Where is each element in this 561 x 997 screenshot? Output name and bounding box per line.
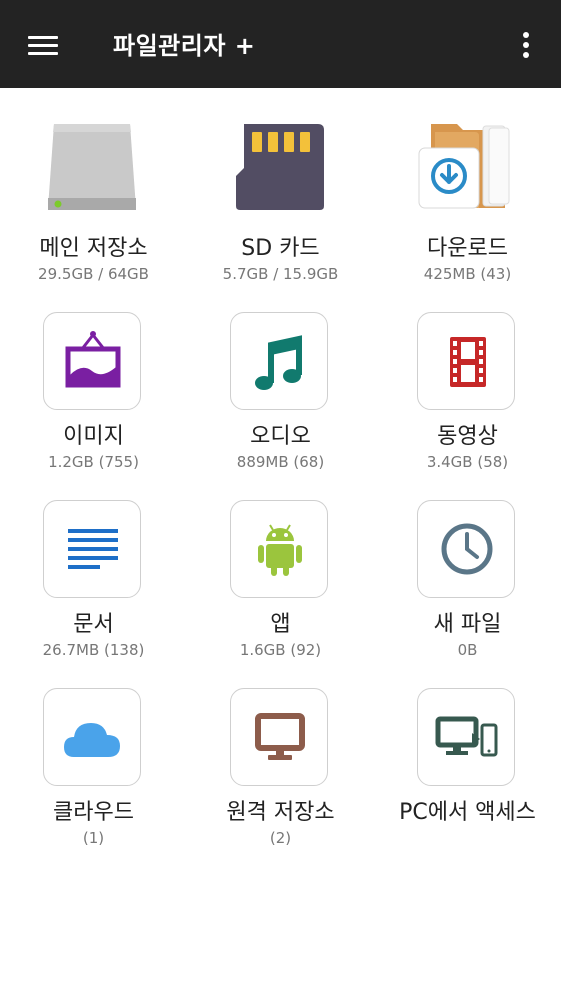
- pc-phone-icon: [417, 688, 515, 786]
- sd-card-icon: [230, 112, 328, 210]
- tile-download[interactable]: 다운로드 425MB (43): [374, 88, 561, 283]
- tile-label: 앱: [270, 612, 291, 637]
- tile-info: (1): [82, 829, 105, 847]
- tile-images[interactable]: 이미지 1.2GB (755): [0, 276, 187, 471]
- tile-label: 원격 저장소: [226, 800, 335, 825]
- tile-label: 새 파일: [433, 612, 502, 637]
- tile-remote-storage[interactable]: 원격 저장소 (2): [187, 652, 374, 847]
- tile-label: PC에서 액세스: [399, 800, 536, 825]
- tile-label: 다운로드: [427, 236, 508, 261]
- download-folder-icon: [417, 112, 515, 210]
- more-vertical-icon[interactable]: [512, 28, 540, 62]
- tile-info: (2): [269, 829, 292, 847]
- tile-label: 클라우드: [53, 800, 134, 825]
- tile-new-files[interactable]: 새 파일 0B: [374, 464, 561, 659]
- tile-apps[interactable]: 앱 1.6GB (92): [187, 464, 374, 659]
- app-bar: 파일관리자 +: [0, 0, 561, 88]
- tile-label: SD 카드: [241, 236, 320, 261]
- tile-label: 오디오: [250, 424, 311, 449]
- tile-label: 문서: [73, 612, 114, 637]
- tile-video[interactable]: 동영상 3.4GB (58): [374, 276, 561, 471]
- tile-cloud[interactable]: 클라우드 (1): [0, 652, 187, 847]
- tile-main-storage[interactable]: 메인 저장소 29.5GB / 64GB: [0, 88, 187, 283]
- tile-pc-access[interactable]: PC에서 액세스: [374, 652, 561, 840]
- music-note-icon: [230, 312, 328, 410]
- tile-sd-card[interactable]: SD 카드 5.7GB / 15.9GB: [187, 88, 374, 283]
- cloud-icon: [43, 688, 141, 786]
- tile-label: 동영상: [437, 424, 498, 449]
- film-strip-icon: [417, 312, 515, 410]
- tile-label: 이미지: [63, 424, 124, 449]
- tile-label: 메인 저장소: [39, 236, 148, 261]
- android-icon: [230, 500, 328, 598]
- picture-frame-icon: [43, 312, 141, 410]
- tile-audio[interactable]: 오디오 889MB (68): [187, 276, 374, 471]
- hard-drive-icon: [43, 112, 141, 210]
- app-title: 파일관리자 +: [113, 32, 256, 60]
- document-lines-icon: [43, 500, 141, 598]
- monitor-icon: [230, 688, 328, 786]
- tile-documents[interactable]: 문서 26.7MB (138): [0, 464, 187, 659]
- clock-icon: [417, 500, 515, 598]
- hamburger-menu-icon[interactable]: [24, 28, 64, 62]
